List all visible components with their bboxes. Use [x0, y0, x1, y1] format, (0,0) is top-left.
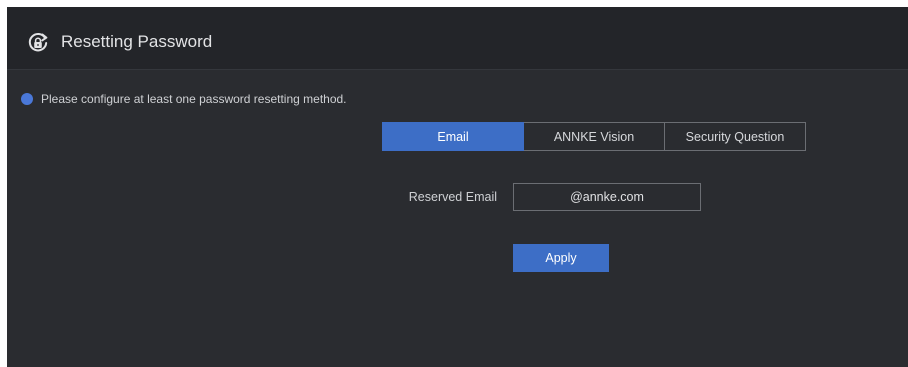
reserved-email-label: Reserved Email — [408, 190, 497, 204]
panel-header: Resetting Password — [7, 7, 908, 70]
tab-annke-vision[interactable]: ANNKE Vision — [524, 122, 665, 151]
notice-text: Please configure at least one password r… — [41, 92, 347, 106]
reserved-email-input[interactable] — [513, 183, 701, 211]
apply-button[interactable]: Apply — [513, 244, 609, 272]
lock-reset-icon — [28, 33, 48, 52]
info-dot-icon — [21, 93, 33, 105]
reset-method-tabs: Email ANNKE Vision Security Question — [382, 122, 806, 151]
resetting-password-panel: Resetting Password Please configure at l… — [7, 7, 908, 367]
tab-email[interactable]: Email — [382, 122, 524, 151]
tab-security-question[interactable]: Security Question — [665, 122, 806, 151]
page-title: Resetting Password — [61, 32, 213, 51]
config-notice: Please configure at least one password r… — [21, 91, 347, 107]
